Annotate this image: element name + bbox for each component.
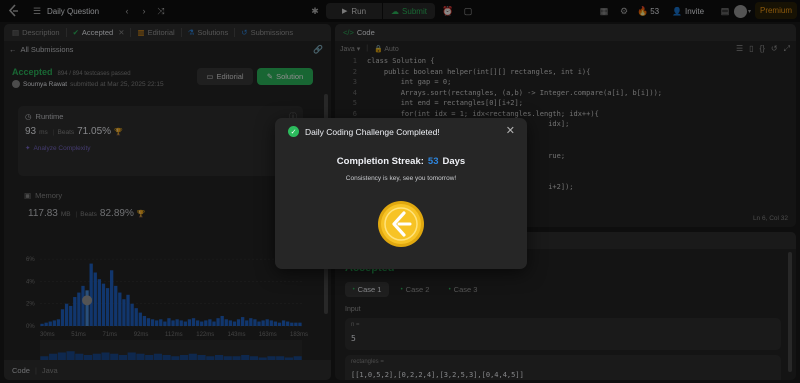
streak-days-count: 53: [427, 156, 439, 167]
streak-prefix: Completion Streak:: [336, 156, 424, 167]
modal-header: ✓ Daily Coding Challenge Completed!: [288, 126, 440, 137]
streak-line: Completion Streak: 53 Days: [275, 156, 527, 167]
check-circle-icon: ✓: [288, 126, 299, 137]
streak-suffix: Days: [442, 156, 466, 167]
modal-message: Consistency is key, see you tomorrow!: [345, 175, 457, 182]
daily-challenge-modal: ✓ Daily Coding Challenge Completed! ✕ Co…: [275, 118, 527, 269]
gold-coin-icon: [378, 201, 424, 247]
close-icon[interactable]: ✕: [506, 124, 515, 137]
modal-title: Daily Coding Challenge Completed!: [305, 126, 440, 137]
